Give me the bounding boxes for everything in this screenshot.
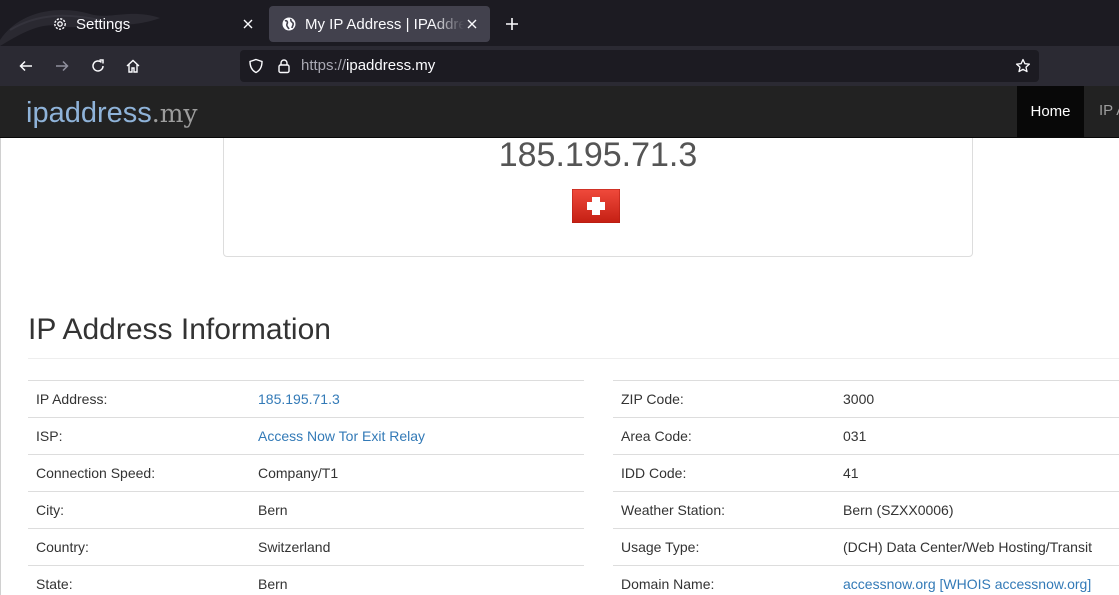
info-table-right: ZIP Code: 3000 Area Code: 031 IDD Code: 41 Wea…	[613, 380, 1119, 595]
table-row: ISP: Access Now Tor Exit Relay	[28, 417, 584, 455]
row-value: Switzerland	[250, 528, 584, 566]
reload-button[interactable]	[86, 54, 110, 78]
home-button[interactable]	[121, 54, 145, 78]
tab-label: Settings	[76, 15, 131, 33]
row-label: Connection Speed:	[28, 454, 250, 492]
brand-tld: .my	[151, 99, 198, 128]
reload-icon	[92, 59, 104, 72]
table-row: IP Address: 185.195.71.3	[28, 380, 584, 418]
table-row: Area Code: 031	[613, 417, 1119, 455]
brand-name: ipaddress	[26, 97, 152, 129]
switzerland-flag-icon	[572, 189, 620, 223]
row-label: ISP:	[28, 417, 250, 455]
table-row: Connection Speed: Company/T1	[28, 454, 584, 492]
globe-icon	[281, 16, 297, 32]
row-value: 41	[835, 454, 1119, 492]
row-label: State:	[28, 565, 250, 595]
nav-link-ip[interactable]: IP A	[1099, 102, 1119, 119]
url-scheme: https://	[301, 57, 347, 74]
tab-label: My IP Address | IPAddress.my	[305, 15, 464, 33]
row-value: 031	[835, 417, 1119, 455]
browser-tab-strip: Settings My IP Address | IPAddress.my	[0, 0, 1119, 46]
info-table-left: IP Address: 185.195.71.3 ISP: Access Now To…	[28, 380, 584, 595]
table-row: Country: Switzerland	[28, 528, 584, 566]
tab-settings[interactable]: Settings	[40, 6, 266, 42]
row-value: Bern	[250, 565, 584, 595]
url-text[interactable]: https://ipaddress.my	[301, 57, 435, 74]
table-row: Domain Name: accessnow.org [WHOIS accessn…	[613, 565, 1119, 595]
lock-icon[interactable]	[276, 58, 292, 79]
table-row: City: Bern	[28, 491, 584, 529]
table-row: ZIP Code: 3000	[613, 380, 1119, 418]
row-label: Country:	[28, 528, 250, 566]
row-value: 3000	[835, 380, 1119, 418]
page-edge	[0, 138, 1, 595]
shield-icon[interactable]	[248, 58, 264, 79]
url-host: ipaddress.my	[346, 57, 436, 74]
ip-panel: 185.195.71.3	[223, 138, 973, 257]
row-value: Company/T1	[250, 454, 584, 492]
page-content: 185.195.71.3 IP Address Information IP A…	[0, 138, 1119, 595]
site-navbar: ipaddress.my Home IP A	[0, 86, 1119, 138]
close-icon[interactable]	[240, 16, 256, 32]
row-label: ZIP Code:	[613, 380, 835, 418]
row-label: Weather Station:	[613, 491, 835, 529]
table-row: Weather Station: Bern (SZXX0006)	[613, 491, 1119, 529]
tab-my-ip-address[interactable]: My IP Address | IPAddress.my	[269, 6, 490, 42]
row-value: Bern (SZXX0006)	[835, 491, 1119, 529]
browser-toolbar: https://ipaddress.my	[0, 46, 1119, 86]
bookmark-star-icon[interactable]	[1015, 58, 1031, 79]
row-label: Area Code:	[613, 417, 835, 455]
row-label: IDD Code:	[613, 454, 835, 492]
home-icon	[126, 59, 140, 73]
arrow-left-icon	[19, 60, 32, 72]
site-logo[interactable]: ipaddress.my	[26, 97, 198, 130]
nav-link-home[interactable]: Home	[1017, 86, 1084, 137]
row-value-link[interactable]: Access Now Tor Exit Relay	[250, 417, 584, 455]
new-tab-button[interactable]	[500, 12, 524, 36]
close-icon[interactable]	[464, 16, 480, 32]
section-title: IP Address Information	[28, 313, 331, 346]
address-bar[interactable]: https://ipaddress.my	[240, 50, 1039, 82]
row-value-link[interactable]: accessnow.org [WHOIS accessnow.org]	[835, 565, 1119, 595]
row-label: IP Address:	[28, 380, 250, 418]
gear-icon	[52, 16, 68, 32]
forward-button[interactable]	[50, 54, 74, 78]
section-divider	[28, 358, 1119, 359]
row-label: Domain Name:	[613, 565, 835, 595]
row-value-link[interactable]: 185.195.71.3	[250, 380, 584, 418]
row-label: City:	[28, 491, 250, 529]
ip-address-display: 185.195.71.3	[498, 138, 698, 174]
arrow-right-icon	[56, 60, 69, 72]
table-row: Usage Type: (DCH) Data Center/Web Hosting…	[613, 528, 1119, 566]
back-button[interactable]	[14, 54, 38, 78]
row-value: Bern	[250, 491, 584, 529]
plus-icon	[506, 18, 518, 30]
table-row: IDD Code: 41	[613, 454, 1119, 492]
row-label: Usage Type:	[613, 528, 835, 566]
row-value: (DCH) Data Center/Web Hosting/Transit	[835, 528, 1119, 566]
table-row: State: Bern	[28, 565, 584, 595]
